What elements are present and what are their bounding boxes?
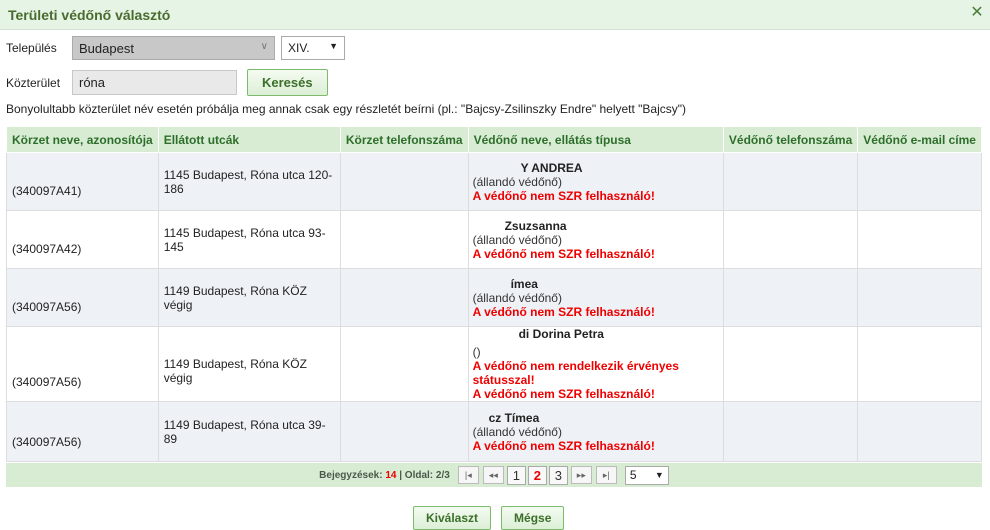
table-row[interactable]: (340097A56) 1149 Budapest, Róna KÖZ végi… bbox=[6, 326, 982, 402]
nurse-phone bbox=[722, 326, 859, 402]
dropdown-arrow-icon: ▼ bbox=[654, 469, 664, 480]
nurse-phone bbox=[722, 268, 859, 327]
district-id: (340097A56) bbox=[6, 326, 159, 402]
table-row[interactable]: (340097A42) 1145 Budapest, Róna utca 93-… bbox=[6, 210, 982, 269]
district-value: XIV. bbox=[288, 41, 310, 55]
warning-text: A védőnő nem SZR felhasználó! bbox=[472, 246, 655, 261]
nurse-cell: Y ANDREA (állandó védőnő) A védőnő nem S… bbox=[467, 152, 724, 211]
footer-buttons: Kiválaszt Mégse bbox=[413, 506, 565, 530]
prev-page-button[interactable]: ◂◂ bbox=[482, 466, 504, 484]
warning-text: A védőnő nem rendelkezik érvényes státus… bbox=[472, 359, 679, 387]
col-header-nurse-email[interactable]: Védőnő e-mail címe bbox=[857, 126, 982, 153]
page-size-value: 5 bbox=[629, 468, 637, 482]
col-header-streets[interactable]: Ellátott utcák bbox=[157, 126, 341, 153]
served-street: 1149 Budapest, Róna utca 39-89 bbox=[157, 401, 341, 462]
dropdown-arrow-icon: ▼ bbox=[329, 41, 338, 51]
settlement-select[interactable]: Budapest ∨ bbox=[72, 36, 275, 60]
page-2-button[interactable]: 2 bbox=[527, 465, 547, 485]
dialog-title: Területi védőnő választó bbox=[8, 6, 171, 23]
street-input[interactable]: róna bbox=[72, 70, 237, 95]
nurse-type: (állandó védőnő) bbox=[472, 174, 562, 189]
nurse-name: ímea bbox=[510, 276, 538, 291]
table-row[interactable]: (340097A56) 1149 Budapest, Róna KÖZ végi… bbox=[6, 268, 982, 327]
nurse-phone bbox=[722, 401, 859, 462]
page-1-button[interactable]: 1 bbox=[506, 465, 526, 485]
nurse-phone bbox=[722, 210, 859, 269]
district-phone bbox=[339, 152, 469, 211]
served-street: 1149 Budapest, Róna KÖZ végig bbox=[157, 268, 341, 327]
district-phone bbox=[339, 210, 469, 269]
warning-text: A védőnő nem SZR felhasználó! bbox=[472, 387, 655, 401]
district-phone bbox=[339, 326, 469, 402]
nurse-type: (állandó védőnő) bbox=[472, 424, 562, 439]
nurse-type: () bbox=[472, 345, 481, 359]
nurse-phone bbox=[722, 152, 859, 211]
page-size-select[interactable]: 5 ▼ bbox=[624, 465, 669, 485]
cancel-button[interactable]: Mégse bbox=[501, 506, 565, 530]
street-label: Közterület bbox=[6, 75, 61, 90]
page-label: | Oldal: bbox=[399, 469, 434, 481]
search-hint: Bonyolultabb közterület név esetén próbá… bbox=[6, 102, 687, 116]
settlement-label: Település bbox=[6, 41, 57, 55]
pagination-bar: Bejegyzések: 14 | Oldal: 2/3 |◂ ◂◂ 1 2 3… bbox=[6, 463, 982, 487]
settlement-value: Budapest bbox=[79, 40, 134, 56]
page-3-button[interactable]: 3 bbox=[548, 465, 568, 485]
nurse-email bbox=[857, 210, 982, 269]
district-id: (340097A56) bbox=[6, 268, 159, 327]
served-street: 1145 Budapest, Róna utca 93-145 bbox=[157, 210, 341, 269]
district-phone bbox=[339, 268, 469, 327]
col-header-nurse-phone[interactable]: Védőnő telefonszáma bbox=[722, 126, 859, 153]
nurse-email bbox=[857, 401, 982, 462]
next-page-button[interactable]: ▸▸ bbox=[570, 466, 592, 484]
warning-text: A védőnő nem SZR felhasználó! bbox=[472, 304, 655, 319]
table-row[interactable]: (340097A56) 1149 Budapest, Róna utca 39-… bbox=[6, 401, 982, 462]
search-button[interactable]: Keresés bbox=[247, 69, 328, 96]
street-row: Közterület róna Keresés bbox=[6, 69, 328, 96]
warning-text: A védőnő nem SZR felhasználó! bbox=[472, 188, 655, 203]
table-header-row: Körzet neve, azonosítója Ellátott utcák … bbox=[6, 126, 982, 153]
nurse-email bbox=[857, 268, 982, 327]
first-page-button[interactable]: |◂ bbox=[457, 466, 479, 484]
records-label: Bejegyzések: bbox=[319, 469, 383, 481]
district-phone bbox=[339, 401, 469, 462]
nurse-cell: Zsuzsanna (állandó védőnő) A védőnő nem … bbox=[467, 210, 724, 269]
pagination-info: Bejegyzések: 14 | Oldal: 2/3 bbox=[319, 470, 450, 481]
district-id: (340097A41) bbox=[6, 152, 159, 211]
territorial-nurse-dialog: Területi védőnő választó ✕ Település Bud… bbox=[0, 0, 990, 530]
district-select[interactable]: XIV. ▼ bbox=[281, 36, 345, 60]
warning-text: A védőnő nem SZR felhasználó! bbox=[472, 438, 655, 453]
served-street: 1145 Budapest, Róna utca 120-186 bbox=[157, 152, 341, 211]
district-id: (340097A56) bbox=[6, 401, 159, 462]
nurse-name: cz Tímea bbox=[488, 410, 540, 425]
close-icon[interactable]: ✕ bbox=[970, 5, 984, 21]
col-header-district-phone[interactable]: Körzet telefonszáma bbox=[339, 126, 469, 153]
nurse-table: Körzet neve, azonosítója Ellátott utcák … bbox=[6, 126, 982, 462]
nurse-email bbox=[857, 152, 982, 211]
nurse-type: (állandó védőnő) bbox=[472, 232, 562, 247]
nurse-name: di Dorina Petra bbox=[518, 327, 604, 341]
settlement-row: Település Budapest ∨ XIV. ▼ bbox=[6, 36, 345, 60]
dialog-titlebar: Területi védőnő választó bbox=[0, 0, 990, 30]
nurse-email bbox=[857, 326, 982, 402]
nurse-cell: di Dorina Petra () A védőnő nem rendelke… bbox=[467, 326, 724, 402]
nurse-cell: cz Tímea (állandó védőnő) A védőnő nem S… bbox=[467, 401, 724, 462]
nurse-type: (állandó védőnő) bbox=[472, 290, 562, 305]
col-header-nurse-name[interactable]: Védőnő neve, ellátás típusa bbox=[467, 126, 724, 153]
served-street: 1149 Budapest, Róna KÖZ végig bbox=[157, 326, 341, 402]
chevron-down-icon: ∨ bbox=[260, 41, 268, 52]
nurse-name: Zsuzsanna bbox=[504, 218, 567, 233]
col-header-district[interactable]: Körzet neve, azonosítója bbox=[6, 126, 159, 153]
nurse-name: Y ANDREA bbox=[520, 160, 583, 175]
last-page-button[interactable]: ▸| bbox=[595, 466, 617, 484]
district-id: (340097A42) bbox=[6, 210, 159, 269]
table-row[interactable]: (340097A41) 1145 Budapest, Róna utca 120… bbox=[6, 152, 982, 211]
nurse-cell: ímea (állandó védőnő) A védőnő nem SZR f… bbox=[467, 268, 724, 327]
select-button[interactable]: Kiválaszt bbox=[413, 506, 492, 530]
records-count: 14 bbox=[385, 469, 397, 481]
page-info: 2/3 bbox=[435, 469, 450, 481]
